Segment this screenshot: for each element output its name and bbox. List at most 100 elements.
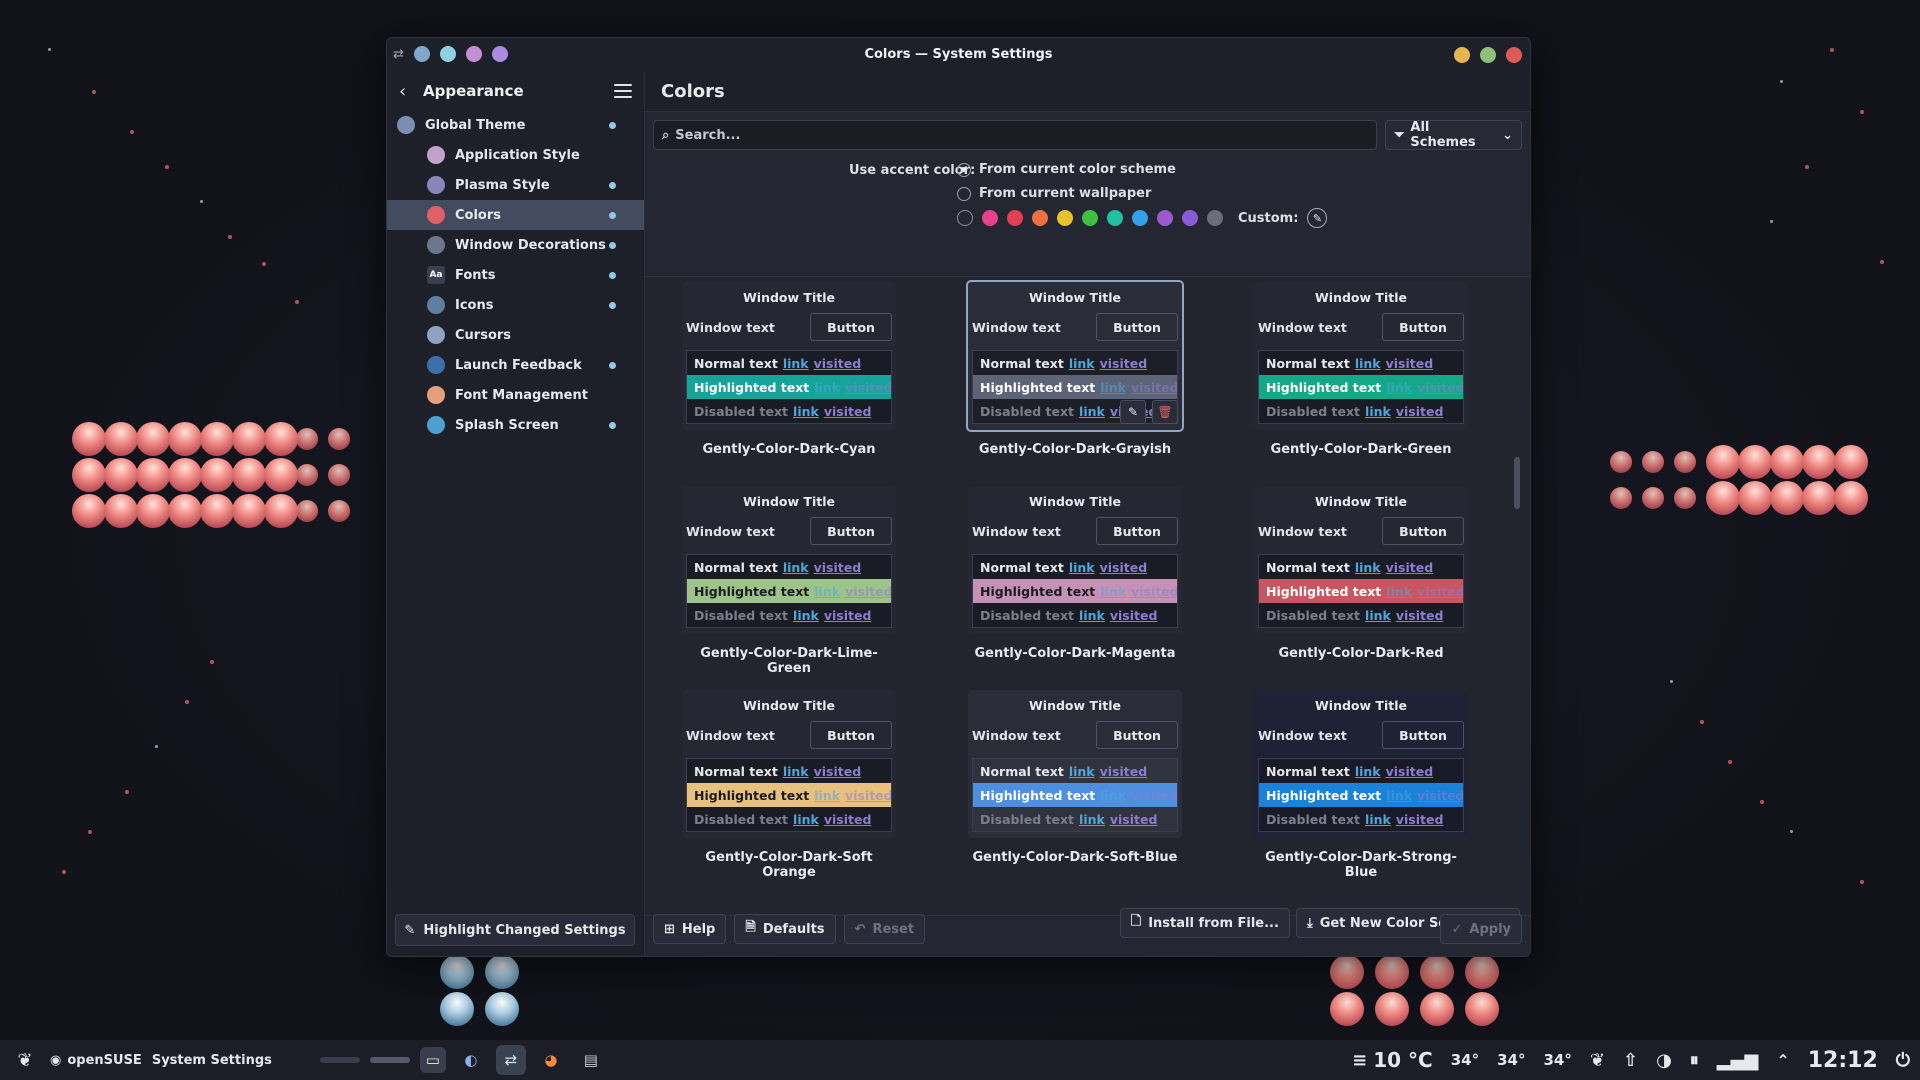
scheme-preview[interactable]: Window Title Window text Button Normal t… xyxy=(1254,690,1468,838)
color-scheme-card[interactable]: Window Title Window text Button Normal t… xyxy=(968,690,1182,865)
preview-disabled-line: Disabled text link visited xyxy=(1259,399,1463,423)
color-scheme-card[interactable]: Window Title Window text Button Normal t… xyxy=(1254,282,1468,457)
power-icon[interactable]: ⏻ xyxy=(1896,1050,1910,1071)
accent-swatch[interactable] xyxy=(982,210,998,226)
launch-feedback-icon xyxy=(427,356,445,374)
preview-window-title: Window Title xyxy=(1029,698,1121,713)
help-button[interactable]: ⊞ Help xyxy=(653,914,727,944)
color-picker-icon[interactable]: ✎ xyxy=(1307,208,1328,228)
color-scheme-card[interactable]: Window Title Window text Button Normal t… xyxy=(682,282,896,457)
delete-scheme-icon[interactable]: 🗑 xyxy=(1152,400,1178,424)
accent-swatch[interactable] xyxy=(1132,210,1148,226)
scheme-preview[interactable]: Window Title Window text Button Normal t… xyxy=(1254,486,1468,634)
highlight-changed-settings-button[interactable]: ✎ Highlight Changed Settings xyxy=(395,914,635,946)
sidebar-item-label: Launch Feedback xyxy=(455,357,582,373)
cpu-temp-3[interactable]: 34° xyxy=(1544,1051,1572,1069)
wallpaper-sphere xyxy=(1465,992,1499,1026)
opensuse-tray-icon[interactable]: ❦ xyxy=(1590,1050,1605,1071)
color-scheme-card[interactable]: Window Title Window text Button Normal t… xyxy=(682,690,896,880)
sidebar-item-label: Icons xyxy=(455,297,494,313)
maximize-button[interactable] xyxy=(1480,47,1496,63)
pager-desktop-1[interactable] xyxy=(319,1057,360,1063)
desktop-pager-icon[interactable]: ▭ xyxy=(419,1047,446,1073)
titlebar[interactable]: ⇄ Colors — System Settings xyxy=(387,38,1530,72)
clock[interactable]: 12:12 xyxy=(1808,1048,1878,1073)
sidebar-item-font-management[interactable]: Font Management xyxy=(387,380,644,410)
preview-view: Normal text link visited Highlighted tex… xyxy=(686,554,892,628)
preview-highlighted-line: Highlighted text link visited xyxy=(1259,783,1463,807)
sidebar-item-plasma-style[interactable]: Plasma Style xyxy=(387,170,644,200)
system-settings-task-icon[interactable]: ⇄ xyxy=(495,1045,526,1075)
accent-option-wallpaper[interactable]: From current wallpaper xyxy=(957,186,1151,201)
scheme-preview[interactable]: Window Title Window text Button Normal t… xyxy=(682,282,896,430)
night-color-icon[interactable]: ◑ xyxy=(1656,1050,1672,1071)
accent-swatch[interactable] xyxy=(1107,210,1123,226)
wallpaper-sphere xyxy=(1834,445,1868,479)
chevron-down-icon: ⌄ xyxy=(1502,127,1513,143)
scheme-preview[interactable]: Window Title Window text Button Normal t… xyxy=(966,280,1184,432)
hamburger-menu-icon[interactable] xyxy=(614,84,632,98)
wallpaper-sphere xyxy=(1834,481,1868,515)
sidebar-item-colors[interactable]: Colors xyxy=(387,200,644,230)
color-scheme-card[interactable]: Window Title Window text Button Normal t… xyxy=(1254,486,1468,661)
scheme-preview[interactable]: Window Title Window text Button Normal t… xyxy=(968,486,1182,634)
preview-window-title: Window Title xyxy=(743,290,835,305)
scheme-preview[interactable]: Window Title Window text Button Normal t… xyxy=(682,690,896,838)
updates-icon[interactable]: ⇧ xyxy=(1623,1050,1638,1071)
search-input[interactable]: ⌕ Search... xyxy=(653,120,1377,150)
media-pause-icon[interactable]: ⏸ xyxy=(1690,1050,1699,1071)
sidebar-item-icons[interactable]: Icons xyxy=(387,290,644,320)
sidebar-item-launch-feedback[interactable]: Launch Feedback xyxy=(387,350,644,380)
application-launcher-icon[interactable]: ❦ xyxy=(10,1045,40,1075)
preview-visited: visited xyxy=(823,403,872,419)
defaults-button[interactable]: 🗎 Defaults xyxy=(734,914,836,944)
discover-icon[interactable]: ◐ xyxy=(456,1045,486,1075)
scheme-preview[interactable]: Window Title Window text Button Normal t… xyxy=(1254,282,1468,430)
close-button[interactable] xyxy=(1506,47,1522,63)
scheme-preview[interactable]: Window Title Window text Button Normal t… xyxy=(968,690,1182,838)
preview-window-row: Window text Button xyxy=(686,310,892,344)
sidebar-item-application-style[interactable]: Application Style xyxy=(387,140,644,170)
window-decorations-icon xyxy=(427,236,445,254)
sidebar-item-global-theme[interactable]: Global Theme xyxy=(387,110,644,140)
tray-expand-icon[interactable]: ⌃ xyxy=(1776,1051,1789,1070)
active-window-indicator[interactable]: ◉ openSUSE xyxy=(50,1053,142,1068)
sidebar-item-window-decorations[interactable]: Window Decorations xyxy=(387,230,644,260)
cpu-temp-2[interactable]: 34° xyxy=(1497,1051,1525,1069)
sidebar-item-fonts[interactable]: Aa Fonts xyxy=(387,260,644,290)
color-scheme-card[interactable]: Window Title Window text Button Normal t… xyxy=(1254,690,1468,880)
accent-swatch[interactable] xyxy=(1007,210,1023,226)
accent-swatch[interactable] xyxy=(1057,210,1073,226)
color-scheme-card[interactable]: Window Title Window text Button Normal t… xyxy=(682,486,896,676)
firefox-icon[interactable]: ◕ xyxy=(536,1045,566,1075)
radio-button[interactable] xyxy=(957,162,971,177)
edit-scheme-icon[interactable]: ✎ xyxy=(1120,400,1146,424)
scheme-preview[interactable]: Window Title Window text Button Normal t… xyxy=(682,486,896,634)
pager-desktop-2[interactable] xyxy=(369,1057,410,1063)
accent-swatch[interactable] xyxy=(1032,210,1048,226)
accent-swatch[interactable] xyxy=(1207,210,1223,226)
preview-visited: visited xyxy=(1099,763,1148,779)
preview-disabled-line: Disabled text link visited xyxy=(1259,603,1463,627)
weather-widget[interactable]: ≡ 10 °C xyxy=(1352,1048,1433,1072)
accent-swatch[interactable] xyxy=(1157,210,1173,226)
scrollbar[interactable] xyxy=(1514,457,1520,509)
accent-swatch[interactable] xyxy=(1182,210,1198,226)
accent-swatch[interactable] xyxy=(1082,210,1098,226)
accent-swatch[interactable] xyxy=(957,210,973,226)
scheme-filter-dropdown[interactable]: ⏷ All Schemes ⌄ xyxy=(1385,120,1522,150)
cpu-temp-1[interactable]: 34° xyxy=(1451,1051,1479,1069)
color-scheme-card[interactable]: Window Title Window text Button Normal t… xyxy=(966,280,1184,457)
back-arrow-icon[interactable]: ‹ xyxy=(399,81,419,102)
preview-window-row: Window text Button xyxy=(1258,514,1464,548)
sidebar-item-splash-screen[interactable]: Splash Screen xyxy=(387,410,644,440)
reset-button[interactable]: ↶ Reset xyxy=(843,914,926,944)
color-scheme-card[interactable]: Window Title Window text Button Normal t… xyxy=(968,486,1182,661)
file-manager-icon[interactable]: ▤ xyxy=(576,1045,606,1075)
minimize-button[interactable] xyxy=(1454,47,1470,63)
apply-button[interactable]: ✓ Apply xyxy=(1440,914,1522,944)
network-signal-icon[interactable]: ▂▄▆ xyxy=(1717,1050,1759,1071)
accent-option-color-scheme[interactable]: From current color scheme xyxy=(957,162,1176,177)
sidebar-item-cursors[interactable]: Cursors xyxy=(387,320,644,350)
radio-button[interactable] xyxy=(957,186,971,201)
